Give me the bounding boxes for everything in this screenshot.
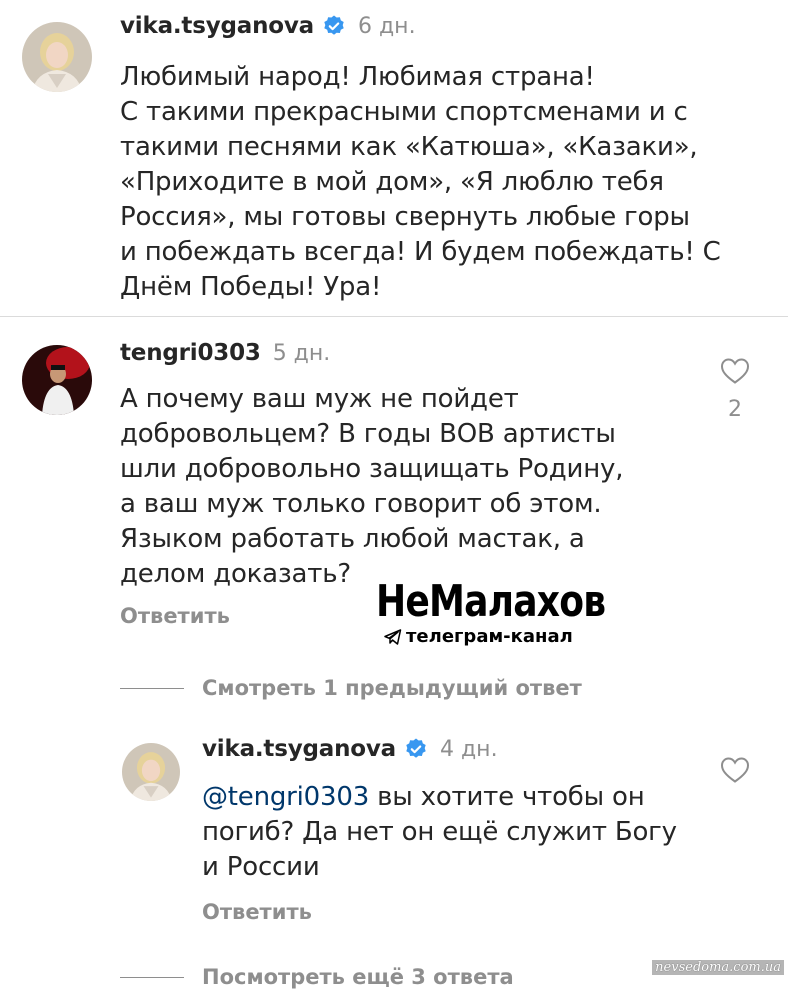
replies-line (120, 976, 184, 978)
timestamp: 5 дн. (272, 340, 331, 366)
verified-badge-icon (406, 738, 426, 758)
view-more-replies[interactable]: Посмотреть ещё 3 ответа (120, 965, 514, 989)
telegram-icon (384, 628, 402, 645)
heart-icon[interactable] (720, 357, 750, 385)
reply-button[interactable]: Ответить (120, 604, 230, 628)
man-portrait-avatar-icon (22, 345, 92, 415)
woman-portrait-avatar-icon (122, 743, 180, 801)
watermark-title: НеМалахов (376, 576, 606, 627)
view-previous-replies-label: Смотреть 1 предыдущий ответ (202, 676, 582, 700)
view-more-replies-label: Посмотреть ещё 3 ответа (202, 965, 514, 989)
avatar[interactable] (122, 743, 180, 801)
view-previous-replies[interactable]: Смотреть 1 предыдущий ответ (120, 676, 582, 700)
like-count: 2 (728, 397, 742, 422)
replies-line (120, 687, 184, 689)
mention-link[interactable]: @tengri0303 (202, 782, 369, 812)
username[interactable]: vika.tsyganova (202, 736, 396, 762)
username[interactable]: vika.tsyganova (120, 13, 314, 39)
avatar[interactable] (22, 345, 92, 415)
reply-button[interactable]: Ответить (202, 900, 312, 924)
watermark-subtitle-text: телеграм-канал (406, 626, 573, 647)
username[interactable]: tengri0303 (120, 340, 261, 366)
woman-portrait-avatar-icon (22, 22, 92, 92)
heart-icon[interactable] (720, 756, 750, 784)
watermark-subtitle: телеграм-канал (384, 626, 573, 647)
comment-text: А почему ваш муж не пойдет добровольцем?… (120, 384, 624, 589)
timestamp: 6 дн. (357, 13, 416, 39)
site-watermark: nevsedoma.com.ua (652, 960, 784, 975)
avatar[interactable] (22, 22, 92, 92)
timestamp: 4 дн. (439, 736, 498, 762)
comment-text: Любимый народ! Любимая страна! С такими … (120, 62, 721, 302)
verified-badge-icon (324, 15, 344, 35)
reply-text: @tengri0303 вы хотите чтобы он погиб? Да… (202, 780, 702, 885)
comment-divider (0, 316, 788, 317)
